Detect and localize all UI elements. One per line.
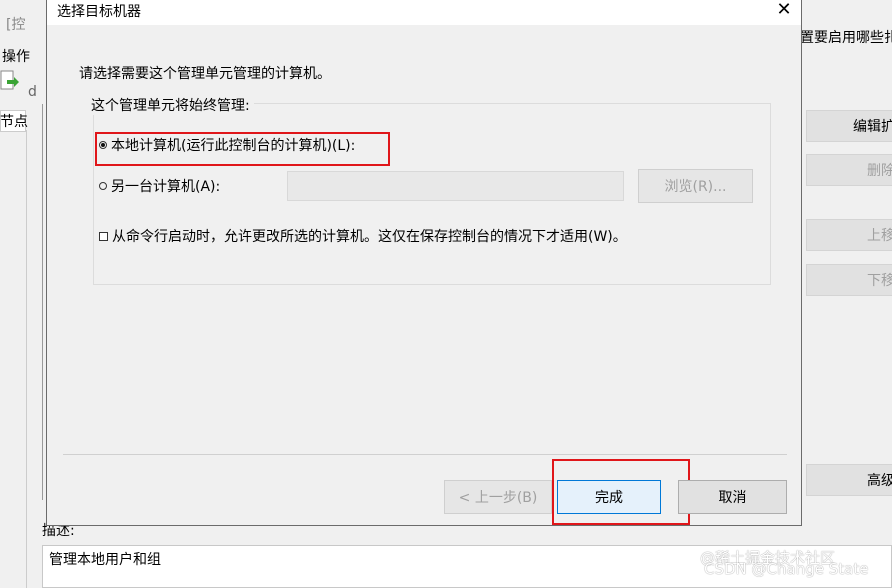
other-computer-radio[interactable] <box>99 182 107 190</box>
other-computer-input[interactable] <box>287 171 624 201</box>
background-left-panel: [控 操作 d 节点 <box>0 0 43 588</box>
highlight-local-option <box>95 132 390 166</box>
edit-extension-button[interactable]: 编辑扩 <box>806 110 892 142</box>
other-computer-option[interactable]: 另一台计算机(A): <box>99 176 220 196</box>
description-text: 管理本地用户和组 <box>49 552 161 568</box>
highlight-finish-button <box>552 459 690 525</box>
move-down-button[interactable]: 下移 <box>806 264 892 296</box>
tree-node-label: 节点 <box>0 114 28 130</box>
instruction-text: 请选择需要这个管理单元管理的计算机。 <box>79 66 331 82</box>
background-menu-action[interactable]: 操作 <box>2 46 30 66</box>
delete-button[interactable]: 删除 <box>806 154 892 186</box>
dialog-title: 选择目标机器 <box>57 4 141 20</box>
browse-button[interactable]: 浏览(R)... <box>638 169 753 203</box>
background-right-panel: 置要启用哪些扎 编辑扩 删除 上移 下移 高级 <box>800 0 892 588</box>
advanced-button[interactable]: 高级 <box>806 464 892 496</box>
background-breadcrumb: [控 <box>6 17 26 33</box>
allow-change-option[interactable]: 从命令行启动时，允许更改所选的计算机。这仅在保存控制台的情况下才适用(W)。 <box>99 226 627 246</box>
watermark-line2: CSDN @Change State <box>704 560 869 578</box>
background-letter: d <box>28 84 37 100</box>
other-computer-label: 另一台计算机(A): <box>111 179 221 195</box>
toolbar-arrow-icon[interactable] <box>0 70 24 94</box>
back-button[interactable]: < 上一步(B) <box>444 480 552 514</box>
dialog-titlebar: 选择目标机器 ✕ <box>47 0 801 25</box>
allow-change-label: 从命令行启动时，允许更改所选的计算机。这仅在保存控制台的情况下才适用(W)。 <box>112 229 627 245</box>
background-header-text: 置要启用哪些扎 <box>800 30 892 46</box>
footer-separator <box>63 454 787 455</box>
allow-change-checkbox[interactable] <box>99 231 108 241</box>
cancel-button[interactable]: 取消 <box>678 480 787 514</box>
move-up-button[interactable]: 上移 <box>806 219 892 251</box>
group-label: 这个管理单元将始终管理: <box>87 95 254 115</box>
close-icon[interactable]: ✕ <box>771 0 797 23</box>
select-target-machine-dialog: 选择目标机器 ✕ 请选择需要这个管理单元管理的计算机。 这个管理单元将始终管理:… <box>46 0 802 526</box>
